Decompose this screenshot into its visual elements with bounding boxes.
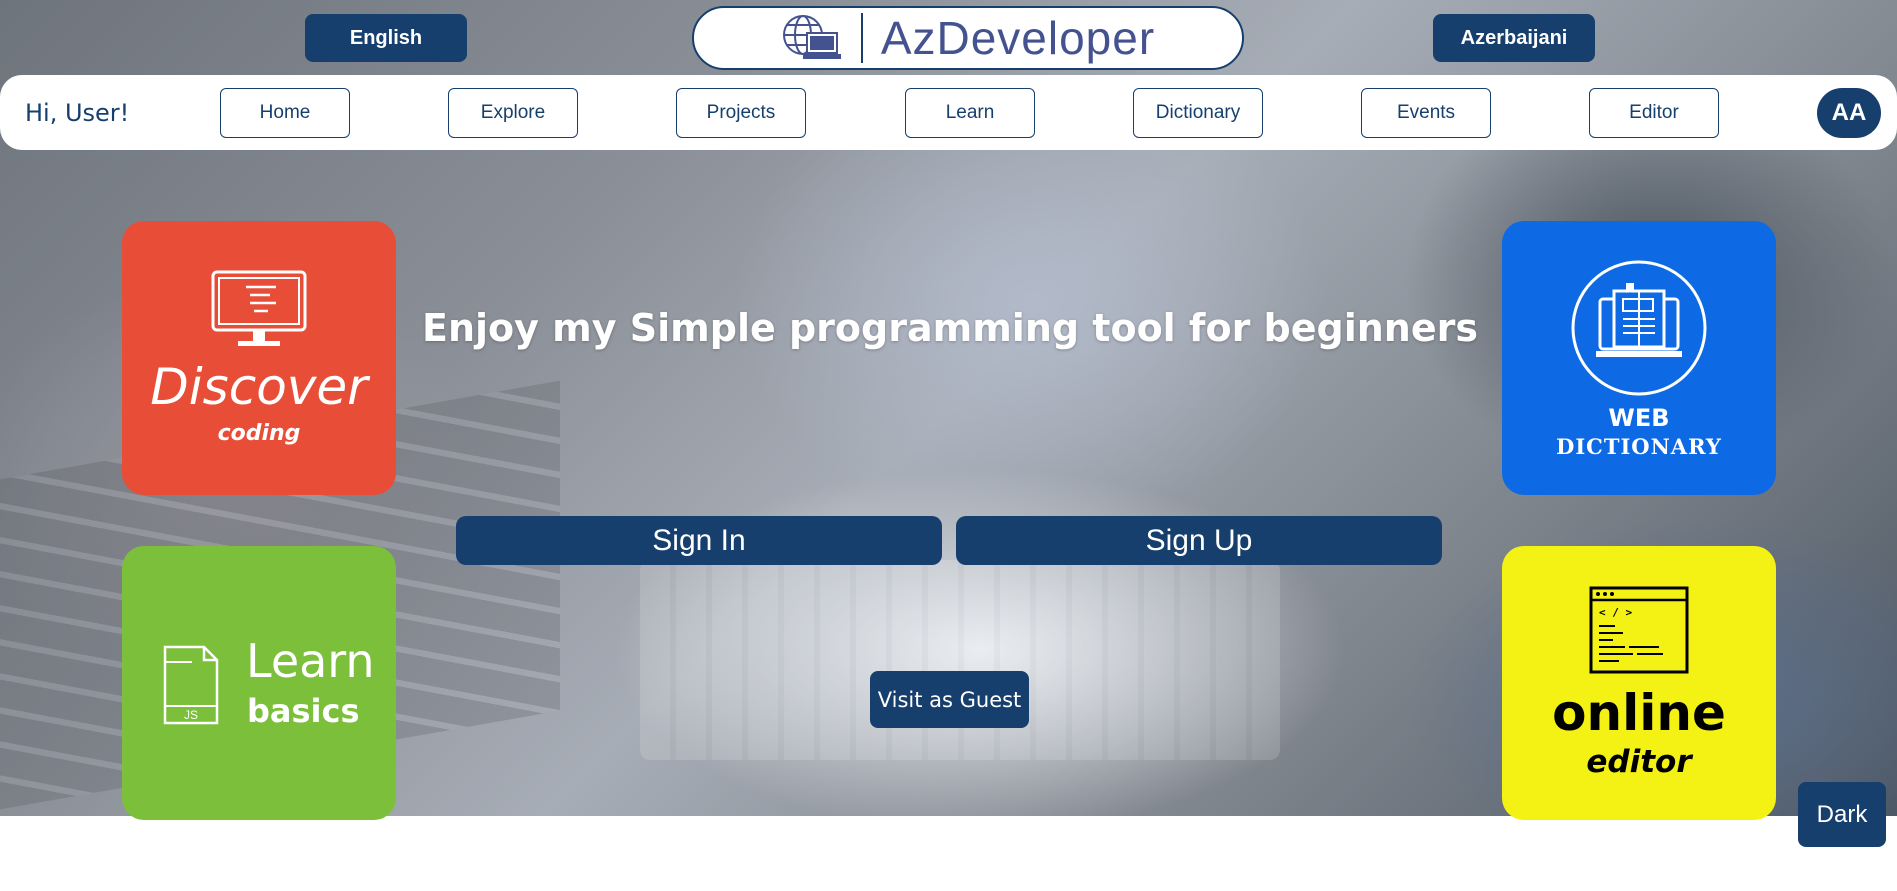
discover-coding-tile[interactable]: Discover coding: [122, 221, 396, 495]
sign-in-button[interactable]: Sign In: [456, 516, 942, 565]
nav-dictionary-button[interactable]: Dictionary: [1133, 88, 1263, 138]
hero-headline: Enjoy my Simple programming tool for beg…: [422, 306, 1478, 350]
code-window-icon: < / >: [1589, 586, 1689, 674]
site-logo[interactable]: AzDeveloper: [692, 6, 1244, 70]
dark-mode-toggle[interactable]: Dark: [1798, 782, 1886, 847]
nav-learn-button[interactable]: Learn: [905, 88, 1035, 138]
js-file-label: JS: [184, 708, 198, 722]
logo-text: AzDeveloper: [880, 12, 1156, 64]
nav-editor-button[interactable]: Editor: [1589, 88, 1719, 138]
monitor-icon: [211, 270, 307, 346]
visit-as-guest-button[interactable]: Visit as Guest: [870, 671, 1029, 728]
language-english-button[interactable]: English: [305, 14, 467, 62]
nav-home-button[interactable]: Home: [220, 88, 350, 138]
greeting-text: Hi, User!: [25, 99, 130, 127]
learn-basics-tile[interactable]: JS Learn basics: [122, 546, 396, 820]
js-file-icon: JS: [163, 645, 219, 725]
globe-laptop-icon: [782, 15, 841, 59]
book-monitor-icon: [1571, 260, 1707, 396]
dictionary-web-label: WEB: [1608, 404, 1670, 432]
dictionary-label: DICTIONARY: [1556, 434, 1722, 459]
language-azerbaijani-button[interactable]: Azerbaijani: [1433, 14, 1595, 62]
nav-explore-button[interactable]: Explore: [448, 88, 578, 138]
online-editor-tile[interactable]: < / > online editor: [1502, 546, 1776, 820]
editor-title: online: [1552, 684, 1726, 742]
sign-up-button[interactable]: Sign Up: [956, 516, 1442, 565]
nav-events-button[interactable]: Events: [1361, 88, 1491, 138]
user-avatar[interactable]: AA: [1817, 88, 1881, 138]
logo-divider: [860, 13, 863, 63]
discover-subtitle: coding: [217, 421, 301, 446]
learn-title: Learn: [246, 634, 375, 688]
learn-subtitle: basics: [247, 692, 360, 730]
nav-projects-button[interactable]: Projects: [676, 88, 806, 138]
navbar: Hi, User! Home Explore Projects Learn Di…: [0, 75, 1897, 150]
code-window-label: < / >: [1599, 606, 1632, 619]
discover-title: Discover: [150, 358, 368, 416]
web-dictionary-tile[interactable]: WEB DICTIONARY: [1502, 221, 1776, 495]
editor-subtitle: editor: [1586, 744, 1692, 780]
hero-keyboard-shape: [640, 560, 1280, 760]
